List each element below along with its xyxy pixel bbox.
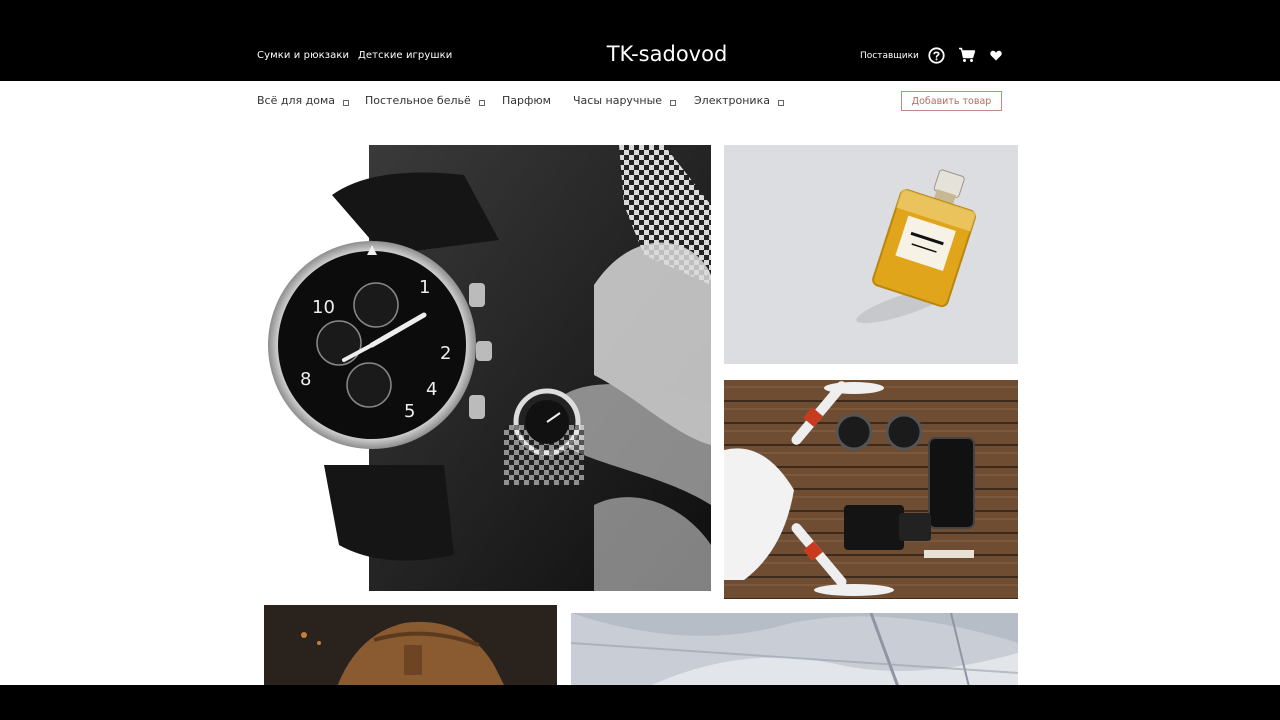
top-header: Сумки и рюкзаки Детские игрушки TK-sadov…	[0, 0, 1280, 81]
category-watches[interactable]: Часы наручные	[573, 94, 677, 107]
nav-link-toys[interactable]: Детские игрушки	[358, 50, 452, 61]
category-label: Часы наручные	[573, 94, 663, 107]
tile-electronics[interactable]	[724, 380, 1018, 599]
tile-bags[interactable]	[264, 605, 557, 685]
heart-icon[interactable]	[986, 45, 1006, 65]
nav-link-bags[interactable]: Сумки и рюкзаки	[257, 50, 349, 61]
tile-perfume[interactable]	[724, 145, 1018, 364]
category-bedding[interactable]: Постельное бельё	[365, 94, 485, 107]
svg-text:5: 5	[404, 401, 415, 422]
svg-text:4: 4	[426, 379, 437, 400]
tile-bedding[interactable]	[571, 613, 1018, 685]
fabric-image	[571, 613, 1018, 685]
category-perfume[interactable]: Парфюм	[502, 94, 551, 107]
category-electronics[interactable]: Электроника	[694, 94, 784, 107]
main-content: Всё для дома Постельное бельё Парфюм Час…	[0, 81, 1280, 685]
category-home[interactable]: Всё для дома	[257, 94, 349, 107]
drone-image	[724, 380, 1018, 599]
svg-text:1: 1	[419, 277, 430, 298]
add-product-button[interactable]: Добавить товар	[901, 91, 1002, 111]
svg-text:10: 10	[312, 297, 335, 318]
watch-image: 2 4 5 8 10 1	[268, 145, 711, 591]
category-label: Постельное бельё	[365, 94, 471, 107]
category-nav: Всё для дома Постельное бельё Парфюм Час…	[0, 81, 1280, 121]
dropdown-icon	[777, 99, 784, 106]
site-logo[interactable]: TK-sadovod	[567, 42, 767, 66]
category-label: Парфюм	[502, 94, 551, 107]
category-label: Электроника	[694, 94, 770, 107]
cart-icon[interactable]	[957, 45, 977, 65]
dropdown-icon	[342, 99, 349, 106]
bottom-letterbox	[0, 685, 1280, 720]
backpack-image	[264, 605, 557, 685]
category-label: Всё для дома	[257, 94, 335, 107]
dropdown-icon	[478, 99, 485, 106]
dropdown-icon	[670, 99, 677, 106]
tile-watches[interactable]: 2 4 5 8 10 1	[264, 145, 711, 591]
svg-text:2: 2	[440, 343, 451, 364]
suppliers-link[interactable]: Поставщики	[860, 51, 919, 61]
perfume-image	[724, 145, 1018, 364]
svg-text:8: 8	[300, 369, 311, 390]
help-icon[interactable]	[926, 45, 946, 65]
